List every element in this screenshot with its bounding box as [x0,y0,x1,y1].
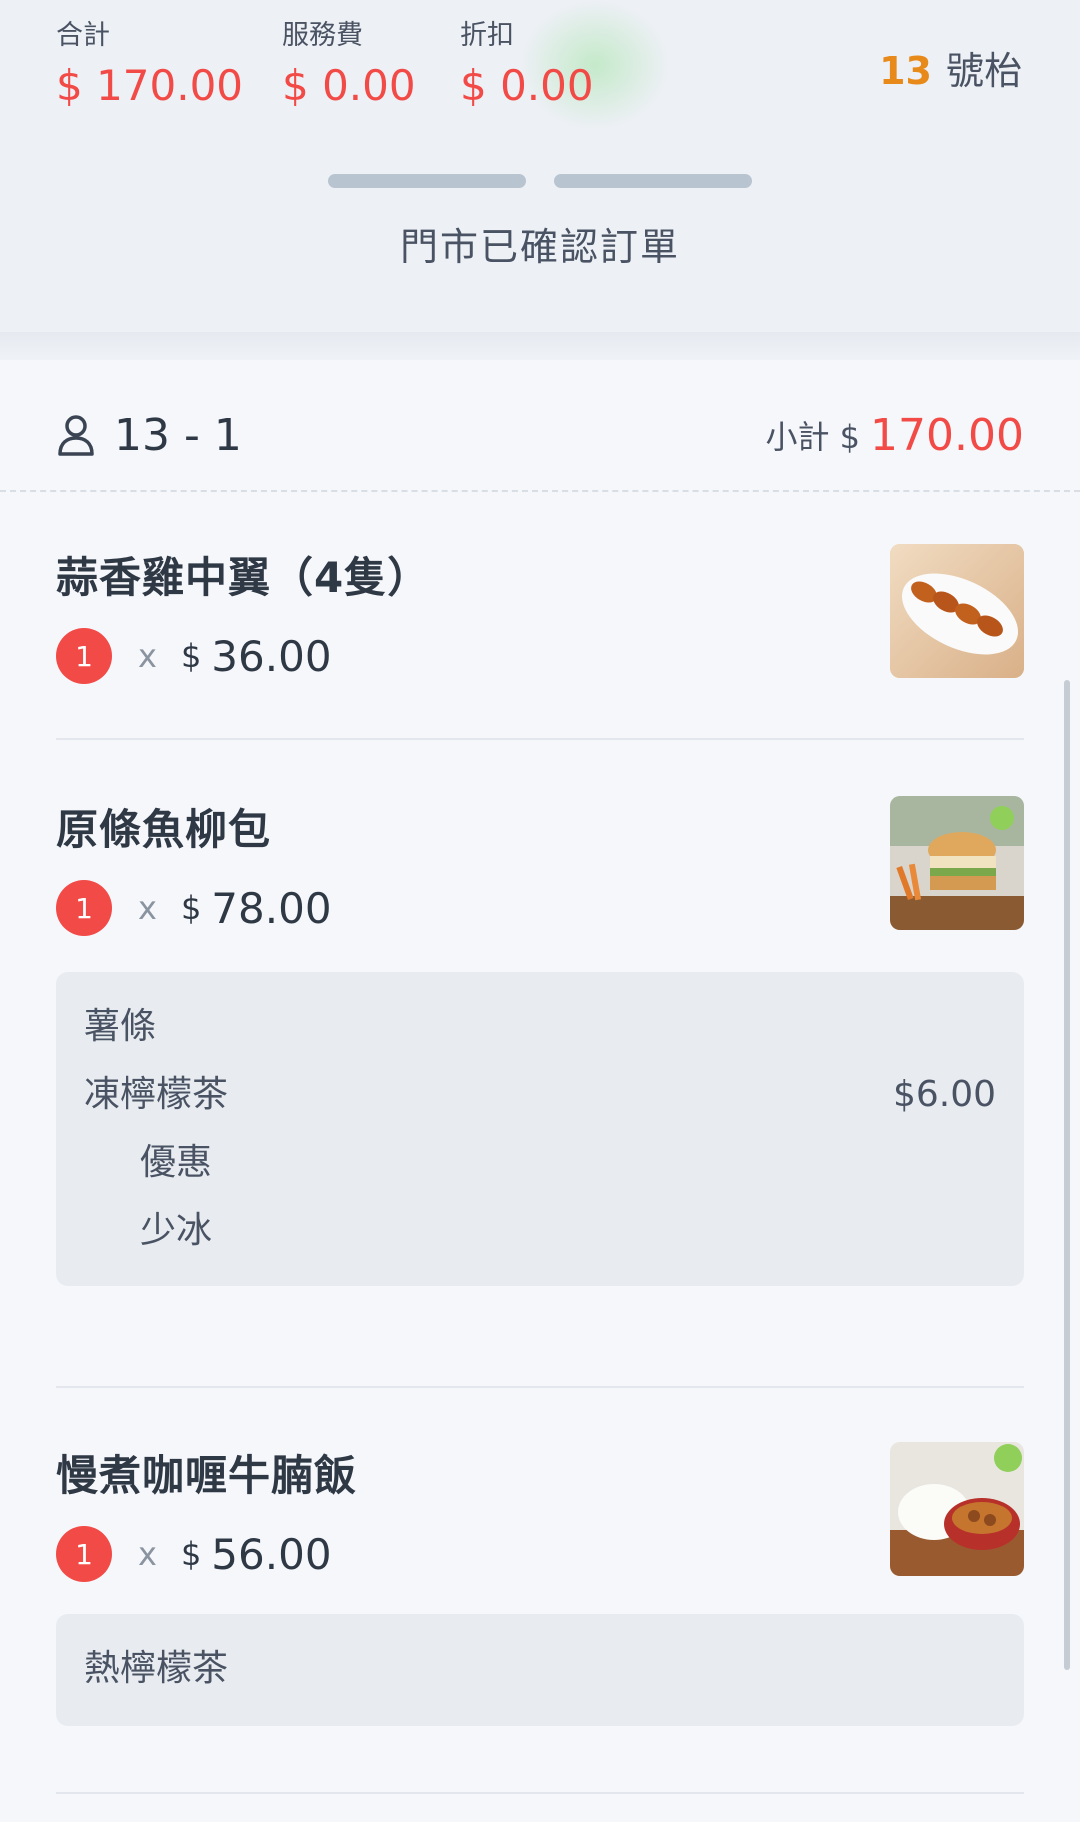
times-sign: x [138,889,157,927]
total-summary: 合計 $ 170.00 [56,14,243,114]
times-sign: x [138,1535,157,1573]
header-divider [0,332,1080,360]
item-qty-row: 1 x $ 56.00 [56,1526,332,1582]
qty-badge: 1 [56,1526,112,1582]
order-card: 13 - 1 小計 $ 170.00 蒜香雞中翼（4隻） 1 x $ 36.00 [0,360,1080,1822]
times-sign: x [138,637,157,675]
total-label: 合計 [56,20,110,51]
table-number-suffix: 號枱 [945,49,1022,93]
service-fee-summary: 服務費 $ 0.00 [282,14,416,114]
scrollbar[interactable] [1064,680,1070,1670]
subtotal-label: 小計 $ [765,418,861,456]
item-qty-row: 1 x $ 78.00 [56,880,332,936]
dashed-divider [0,490,1080,492]
item-name: 原條魚柳包 [56,805,272,854]
total-value: $ 170.00 [56,61,244,110]
table-number: 13 號枱 [879,40,1022,95]
item-options: 薯條 凍檸檬茶 $6.00 優惠 少冰 [56,972,1024,1286]
item-name: 蒜香雞中翼（4隻） [56,553,431,602]
qty-badge: 1 [56,880,112,936]
subtotal: 小計 $ 170.00 [765,400,1024,470]
qty-badge: 1 [56,628,112,684]
item-price: 36.00 [211,631,332,681]
discount-summary: 折扣 $ 0.00 [460,14,594,114]
discount-label: 折扣 [460,20,514,51]
item-qty-row: 1 x $ 36.00 [56,628,332,684]
option-drink-price: $6.00 [892,1074,996,1115]
item-options: 熱檸檬茶 [56,1614,1024,1726]
option-modifier: 少冰 [140,1210,213,1251]
progress-step-2 [554,174,752,188]
item-name: 慢煮咖喱牛腩飯 [56,1451,358,1500]
service-fee-label: 服務費 [282,20,363,51]
order-item[interactable]: 蒜香雞中翼（4隻） 1 x $ 36.00 [56,544,1024,694]
guest-id: 13 - 1 [114,409,242,461]
item-divider [56,1792,1024,1794]
currency-sign: $ [180,889,202,927]
order-item[interactable]: 慢煮咖喱牛腩飯 1 x $ 56.00 [56,1442,1024,1592]
option-drink: 凍檸檬茶 [84,1074,229,1115]
item-image-fish-burger [890,796,1024,930]
progress-step-1 [328,174,526,188]
discount-value: $ 0.00 [460,61,594,110]
user-icon [58,415,94,456]
service-fee-value: $ 0.00 [282,61,416,110]
item-divider [56,738,1024,740]
order-status-text: 門市已確認訂單 [399,225,680,269]
option-side: 薯條 [84,1006,157,1047]
option-modifier: 優惠 [140,1142,213,1183]
item-image-chicken-wings [890,544,1024,678]
option-drink: 熱檸檬茶 [84,1648,229,1689]
item-image-curry-beef-rice [890,1442,1024,1576]
currency-sign: $ [180,1535,202,1573]
table-number-value: 13 [879,49,932,93]
subtotal-value: 170.00 [870,409,1024,461]
item-price: 78.00 [211,883,332,933]
guest-row: 13 - 1 [56,400,242,470]
item-divider [56,1386,1024,1388]
order-summary-header: 合計 $ 170.00 服務費 $ 0.00 折扣 $ 0.00 13 號枱 門市… [0,0,1080,332]
currency-sign: $ [180,637,202,675]
order-item[interactable]: 原條魚柳包 1 x $ 78.00 [56,796,1024,946]
item-price: 56.00 [211,1529,332,1579]
